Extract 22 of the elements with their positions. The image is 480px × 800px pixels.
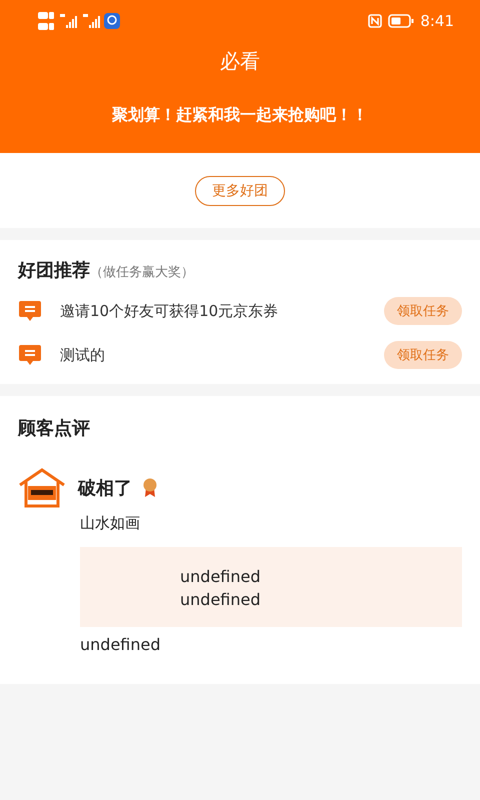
task-text: 邀请10个好友可获得10元京东券 — [60, 302, 280, 320]
message-icon — [18, 299, 42, 323]
quote-line: undefined — [180, 566, 262, 588]
review-footer: undefined — [80, 635, 462, 654]
section-title: 顾客点评 — [18, 417, 91, 440]
house-logo-icon — [18, 468, 66, 508]
nfc-icon — [368, 14, 382, 28]
reviewer-name: 破相了 — [78, 477, 132, 500]
task-text: 测试的 — [60, 346, 106, 364]
more-groups-button[interactable]: 更多好团 — [195, 176, 285, 206]
medal-icon — [142, 478, 158, 498]
page-title: 必看 — [219, 48, 261, 75]
battery-icon — [388, 14, 414, 28]
message-icon — [18, 343, 42, 367]
quote-line: undefined — [180, 589, 262, 611]
review-text: 山水如画 — [80, 514, 141, 533]
clock-time: 8:41 — [420, 12, 454, 30]
claim-task-button[interactable]: 领取任务 — [384, 341, 462, 369]
claim-task-button[interactable]: 领取任务 — [384, 297, 462, 325]
section-hint: （做任务赢大奖） — [90, 264, 194, 281]
promo-slogan: 聚划算！赶紧和我一起来抢购吧！！ — [111, 105, 369, 126]
section-title: 好团推荐 — [18, 259, 90, 282]
